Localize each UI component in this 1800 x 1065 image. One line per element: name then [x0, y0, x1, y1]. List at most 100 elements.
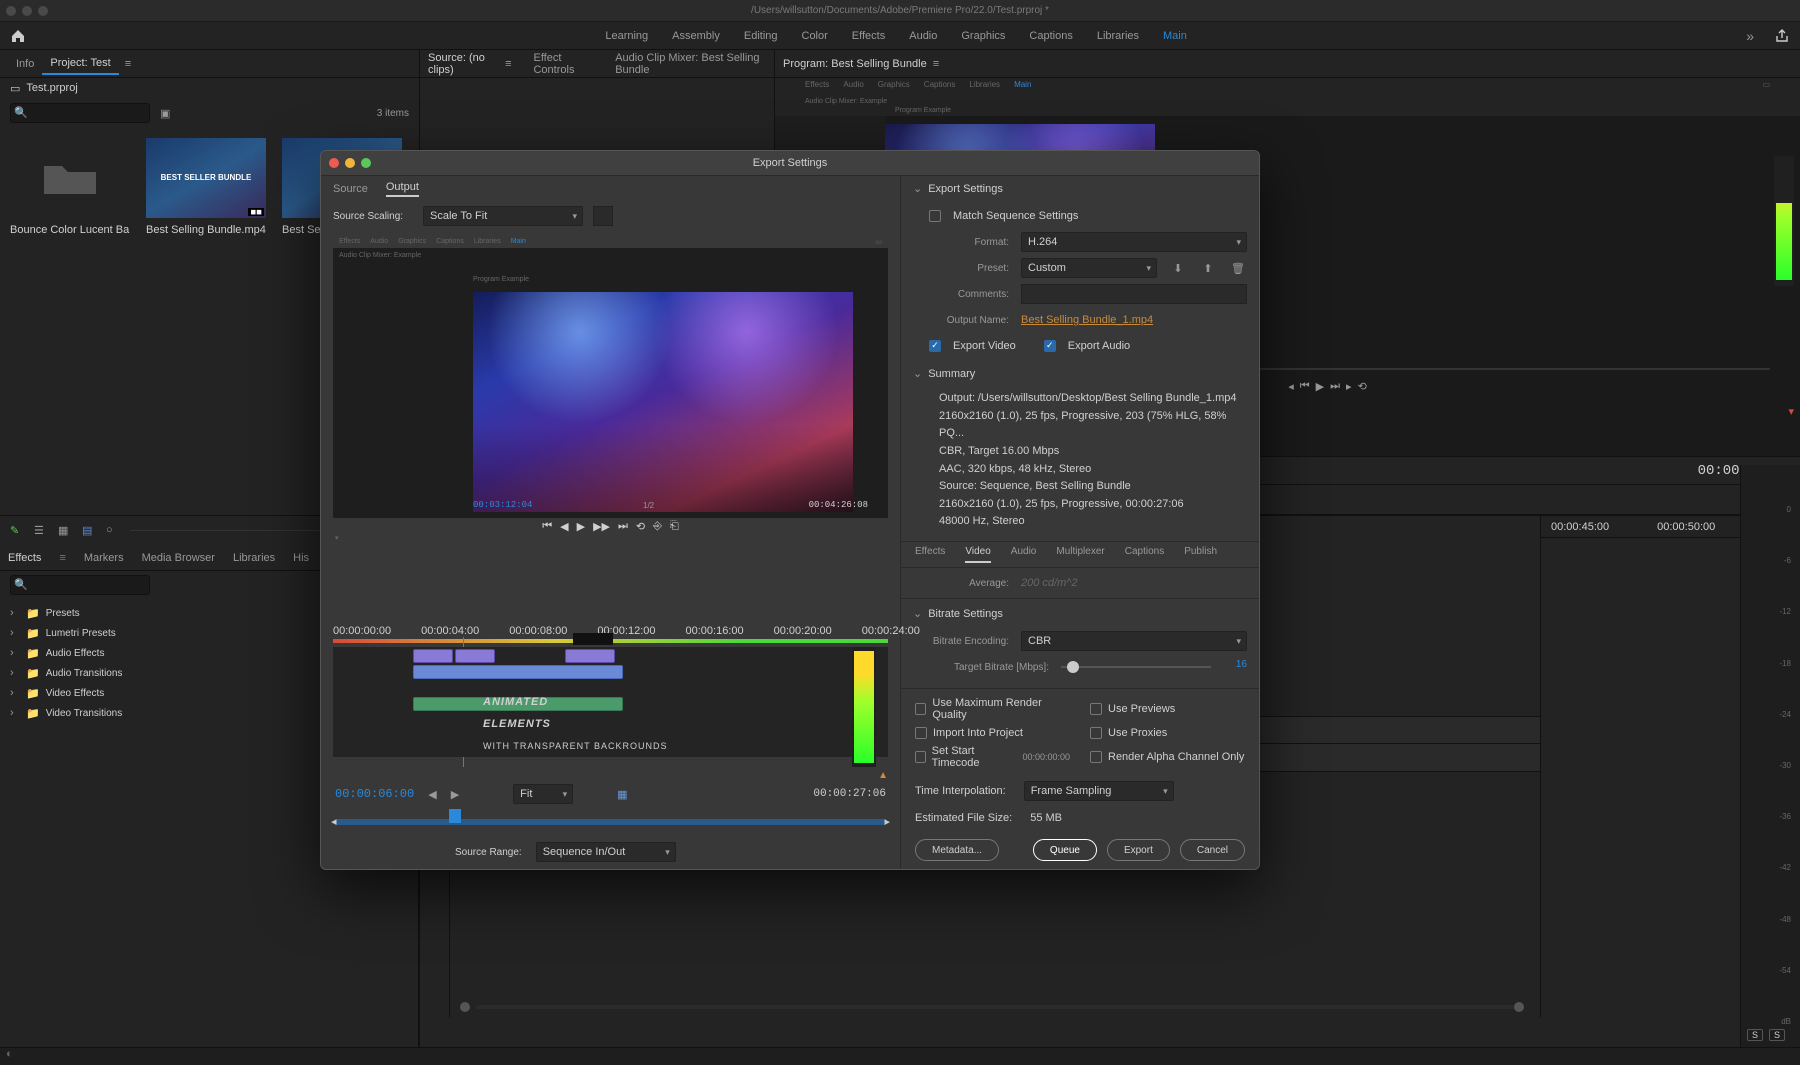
- timeline-clip[interactable]: [413, 665, 623, 679]
- tab-effects[interactable]: Effects: [8, 552, 41, 564]
- export-range-slider[interactable]: ◂ ▸: [321, 809, 900, 835]
- project-item-clip[interactable]: BEST SELLER BUNDLE ◼◼ Best Selling Bundl…: [146, 138, 266, 236]
- transport-icon[interactable]: ⏭: [618, 520, 628, 533]
- new-bin-icon[interactable]: ▣: [160, 107, 170, 120]
- enc-tab-audio[interactable]: Audio: [1011, 546, 1037, 563]
- breadcrumb[interactable]: ▭ Test.prproj: [0, 78, 419, 98]
- program-title[interactable]: Program: Best Selling Bundle: [783, 58, 927, 70]
- bitrate-encoding-select[interactable]: CBR: [1021, 631, 1247, 651]
- panel-menu-icon[interactable]: ≡: [505, 58, 511, 70]
- prog-ctrl-icon[interactable]: ⏭: [1330, 380, 1340, 393]
- panel-menu-icon[interactable]: ≡: [933, 58, 939, 70]
- format-select[interactable]: H.264: [1021, 232, 1247, 252]
- enc-tab-captions[interactable]: Captions: [1125, 546, 1164, 563]
- workspace-editing[interactable]: Editing: [744, 30, 778, 42]
- export-timeline[interactable]: 00:00:00:00 00:00:04:00 00:00:08:00 00:0…: [321, 619, 900, 779]
- max-dot[interactable]: [361, 158, 371, 168]
- close-dot[interactable]: [329, 158, 339, 168]
- source-scaling-select[interactable]: Scale To Fit: [423, 206, 583, 226]
- preset-select[interactable]: Custom: [1021, 258, 1157, 278]
- tab-audio-mixer[interactable]: Audio Clip Mixer: Best Selling Bundle: [615, 52, 766, 76]
- mini-close-icon[interactable]: ▭: [875, 238, 882, 246]
- project-item-bin[interactable]: Bounce Color Lucent Ba...21 items: [10, 138, 130, 236]
- tab-info[interactable]: Info: [8, 54, 42, 74]
- use-previews-checkbox[interactable]: [1090, 703, 1102, 715]
- dialog-traffic-lights[interactable]: [329, 158, 371, 168]
- list-icon[interactable]: ☰: [34, 524, 48, 538]
- enc-tab-publish[interactable]: Publish: [1184, 546, 1217, 563]
- prog-ctrl-icon[interactable]: ▶: [1316, 380, 1324, 393]
- loop-icon[interactable]: ⟲: [636, 520, 645, 533]
- zoom-scrollbar-handle[interactable]: [460, 1002, 470, 1012]
- sort-icon[interactable]: ○: [106, 524, 120, 538]
- workspace-effects[interactable]: Effects: [852, 30, 885, 42]
- workspace-main[interactable]: Main: [1163, 30, 1187, 42]
- source-tab[interactable]: Source: (no clips): [428, 52, 499, 76]
- zoom-scrollbar-handle[interactable]: [1514, 1002, 1524, 1012]
- workspace-libraries[interactable]: Libraries: [1097, 30, 1139, 42]
- workspace-graphics[interactable]: Graphics: [961, 30, 1005, 42]
- target-bitrate-slider[interactable]: 16: [1061, 657, 1247, 677]
- prog-ctrl-icon[interactable]: ⟲: [1358, 380, 1367, 393]
- aspect-icon[interactable]: ▦: [617, 788, 627, 801]
- min-dot[interactable]: [345, 158, 355, 168]
- timeline-clip[interactable]: [565, 649, 615, 663]
- tab-project[interactable]: Project: Test: [42, 53, 118, 75]
- freeform-icon[interactable]: ▤: [82, 524, 96, 538]
- solo-button[interactable]: S: [1769, 1029, 1785, 1041]
- set-start-tc-checkbox[interactable]: [915, 751, 926, 763]
- window-traffic-lights[interactable]: [6, 6, 48, 16]
- workspace-audio[interactable]: Audio: [909, 30, 937, 42]
- tab-libraries[interactable]: Libraries: [233, 552, 275, 564]
- export-preview-stage[interactable]: Audio Clip Mixer: Example Program Exampl…: [333, 248, 888, 518]
- use-proxies-checkbox[interactable]: [1090, 727, 1102, 739]
- max-dot[interactable]: [38, 6, 48, 16]
- workspace-learning[interactable]: Learning: [605, 30, 648, 42]
- play-icon[interactable]: ▶: [577, 520, 585, 533]
- pen-tool-icon[interactable]: ✎: [10, 524, 24, 538]
- panel-menu-icon[interactable]: ≡: [125, 58, 131, 70]
- icon-view-icon[interactable]: ▦: [58, 524, 72, 538]
- timeline-clip[interactable]: [455, 649, 495, 663]
- solo-button[interactable]: S: [1747, 1029, 1763, 1041]
- transport-icon[interactable]: ◀: [560, 520, 568, 533]
- tab-output[interactable]: Output: [386, 181, 419, 197]
- match-sequence-checkbox[interactable]: [929, 210, 941, 222]
- transport-icon[interactable]: ⎆: [653, 520, 662, 533]
- transport-icon[interactable]: ⎗: [670, 520, 679, 533]
- import-project-checkbox[interactable]: [915, 727, 927, 739]
- home-icon[interactable]: [10, 28, 26, 44]
- time-interpolation-select[interactable]: Frame Sampling: [1024, 781, 1174, 801]
- enc-tab-effects[interactable]: Effects: [915, 546, 945, 563]
- workspace-captions[interactable]: Captions: [1029, 30, 1072, 42]
- tab-markers[interactable]: Markers: [84, 552, 124, 564]
- tab-history[interactable]: His: [293, 552, 309, 564]
- effects-search-input[interactable]: [10, 575, 150, 595]
- comments-input[interactable]: [1021, 284, 1247, 304]
- export-audio-checkbox[interactable]: [1044, 340, 1056, 352]
- crop-button[interactable]: [593, 206, 613, 226]
- output-name-link[interactable]: Best Selling Bundle_1.mp4: [1021, 314, 1153, 326]
- project-search-input[interactable]: [10, 103, 150, 123]
- prog-ctrl-icon[interactable]: ◂: [1288, 380, 1294, 393]
- prog-ctrl-icon[interactable]: ⏮: [1300, 380, 1310, 393]
- tab-media-browser[interactable]: Media Browser: [142, 552, 215, 564]
- panel-menu-icon[interactable]: ≡: [59, 552, 65, 564]
- share-icon[interactable]: [1774, 28, 1790, 44]
- fit-select[interactable]: Fit: [513, 784, 573, 804]
- next-keyframe-icon[interactable]: ▶: [451, 788, 459, 801]
- workspace-color[interactable]: Color: [802, 30, 828, 42]
- warning-icon[interactable]: ▲: [878, 770, 888, 781]
- import-preset-icon[interactable]: ⬆: [1199, 259, 1217, 277]
- close-panel-icon[interactable]: ▭: [1762, 80, 1770, 94]
- transport-icon[interactable]: ⏮: [542, 520, 552, 533]
- save-preset-icon[interactable]: ⬇: [1169, 259, 1187, 277]
- queue-button[interactable]: Queue: [1033, 839, 1097, 861]
- chevron-down-icon[interactable]: ⌄: [913, 607, 922, 620]
- enc-tab-multiplexer[interactable]: Multiplexer: [1056, 546, 1104, 563]
- export-playhead-tc[interactable]: 00:00:06:00: [335, 787, 414, 801]
- workspace-overflow-icon[interactable]: »: [1746, 28, 1754, 44]
- render-alpha-checkbox[interactable]: [1090, 751, 1102, 763]
- cancel-button[interactable]: Cancel: [1180, 839, 1245, 861]
- export-playhead-handle[interactable]: [449, 809, 461, 823]
